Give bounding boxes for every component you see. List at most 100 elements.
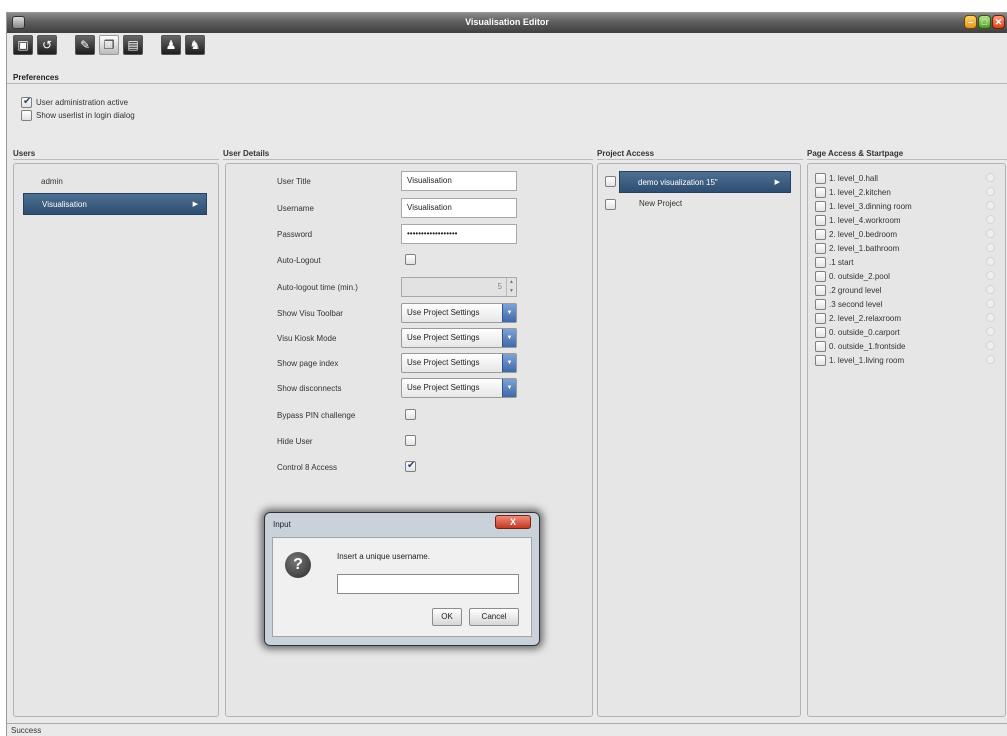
page-checkbox[interactable] <box>815 186 826 198</box>
page-checkbox[interactable] <box>815 284 826 296</box>
page-checkbox[interactable] <box>815 326 826 338</box>
user-export-icon[interactable]: ♞ <box>185 35 205 55</box>
close-icon[interactable]: ✕ <box>992 15 1005 29</box>
password-input[interactable]: •••••••••••••••••• <box>401 224 517 244</box>
divider <box>7 83 1007 84</box>
project-item-new[interactable]: New Project <box>639 199 682 208</box>
startpage-radio[interactable] <box>986 201 995 210</box>
page-checkbox[interactable] <box>815 172 826 184</box>
dialog-title: Input <box>273 520 291 529</box>
username-dialog-input[interactable] <box>337 574 519 594</box>
user-title-input[interactable]: Visualisation <box>401 171 517 191</box>
page-item[interactable]: 1. level_4.workroom <box>815 213 995 227</box>
project-item-demo[interactable]: demo visualization 15" ▶ <box>619 171 791 193</box>
copy-icon[interactable]: ❐ <box>99 35 119 55</box>
page-item[interactable]: 2. level_2.relaxroom <box>815 311 995 325</box>
project-checkbox[interactable] <box>605 176 616 187</box>
show-page-index-select[interactable]: Use Project Settings ▼ <box>401 353 517 373</box>
page-checkbox[interactable] <box>815 228 826 240</box>
ok-button[interactable]: OK <box>432 608 462 626</box>
spinner-arrows-icon[interactable]: ▲ ▼ <box>506 278 516 296</box>
new-icon[interactable]: ▣ <box>13 35 33 55</box>
page-checkbox[interactable] <box>815 256 826 268</box>
page-item[interactable]: 0. outside_1.frontside <box>815 339 995 353</box>
startpage-radio[interactable] <box>986 271 995 280</box>
username-input[interactable]: Visualisation <box>401 198 517 218</box>
page-item[interactable]: 1. level_1.living room <box>815 353 995 367</box>
chevron-down-icon[interactable]: ▼ <box>502 354 516 372</box>
pref-show-userlist[interactable]: Show userlist in login dialog <box>21 110 135 121</box>
show-userlist-label: Show userlist in login dialog <box>36 111 135 120</box>
user-item-visualisation[interactable]: Visualisation ▶ <box>23 193 207 215</box>
page-item[interactable]: 1. level_2.kitchen <box>815 185 995 199</box>
user-icon[interactable]: ♟ <box>161 35 181 55</box>
chevron-down-icon[interactable]: ▼ <box>502 379 516 397</box>
undo-icon[interactable]: ↺ <box>37 35 57 55</box>
page-label: 2. level_2.relaxroom <box>829 313 902 323</box>
cancel-button[interactable]: Cancel <box>469 608 519 626</box>
hide-user-checkbox[interactable] <box>405 435 416 446</box>
user-item-admin[interactable]: admin <box>23 171 207 193</box>
page-label: 2. level_1.bathroom <box>829 243 900 253</box>
page-item[interactable]: 2. level_1.bathroom <box>815 241 995 255</box>
page-item[interactable]: 2. level_0.bedroom <box>815 227 995 241</box>
users-panel <box>13 163 219 717</box>
title-bar[interactable]: Visualisation Editor – □ ✕ <box>7 13 1007 33</box>
edit-icon[interactable]: ✎ <box>75 35 95 55</box>
project-checkbox[interactable] <box>605 199 616 210</box>
bypass-pin-checkbox[interactable] <box>405 409 416 420</box>
startpage-radio[interactable] <box>986 313 995 322</box>
page-checkbox[interactable] <box>815 340 826 352</box>
maximize-icon[interactable]: □ <box>978 15 991 29</box>
startpage-radio[interactable] <box>986 285 995 294</box>
startpage-radio[interactable] <box>986 257 995 266</box>
dialog-close-icon[interactable]: X <box>495 515 531 529</box>
page-checkbox[interactable] <box>815 242 826 254</box>
page-item[interactable]: .3 second level <box>815 297 995 311</box>
page-checkbox[interactable] <box>815 270 826 282</box>
startpage-radio[interactable] <box>986 243 995 252</box>
project-item-label: demo visualization 15" <box>638 178 718 187</box>
page-item[interactable]: 0. outside_0.carport <box>815 325 995 339</box>
show-visu-toolbar-select[interactable]: Use Project Settings ▼ <box>401 303 517 323</box>
auto-logout-time-spinner[interactable]: 5 ▲ ▼ <box>401 277 517 297</box>
page-checkbox[interactable] <box>815 200 826 212</box>
page-item[interactable]: 0. outside_2.pool <box>815 269 995 283</box>
startpage-radio[interactable] <box>986 173 995 182</box>
pref-user-admin[interactable]: User administration active <box>21 96 129 108</box>
page-label: 1. level_1.living room <box>829 355 905 365</box>
page-label: 0. outside_2.pool <box>829 271 890 281</box>
password-label: Password <box>277 230 313 239</box>
user-item-label: Visualisation <box>42 200 87 209</box>
page-item[interactable]: .1 start <box>815 255 995 269</box>
show-userlist-checkbox[interactable] <box>21 110 32 121</box>
startpage-radio[interactable] <box>986 215 995 224</box>
show-disconnects-select[interactable]: Use Project Settings ▼ <box>401 378 517 398</box>
page-item[interactable]: 1. level_0.hall <box>815 171 995 185</box>
username-label: Username <box>277 204 314 213</box>
page-checkbox[interactable] <box>815 214 826 226</box>
control8-access-checkbox[interactable] <box>405 460 416 472</box>
page-label: 0. outside_0.carport <box>829 327 900 337</box>
page-item[interactable]: .2 ground level <box>815 283 995 297</box>
startpage-radio[interactable] <box>986 299 995 308</box>
user-admin-checkbox[interactable] <box>21 96 32 108</box>
chevron-down-icon[interactable]: ▼ <box>502 329 516 347</box>
chevron-down-icon[interactable]: ▼ <box>502 304 516 322</box>
user-admin-label: User administration active <box>36 98 129 107</box>
auto-logout-checkbox[interactable] <box>405 254 416 265</box>
startpage-radio[interactable] <box>986 327 995 336</box>
startpage-radio[interactable] <box>986 355 995 364</box>
dialog-message: Insert a unique username. <box>337 552 430 561</box>
startpage-radio[interactable] <box>986 341 995 350</box>
page-checkbox[interactable] <box>815 312 826 324</box>
page-checkbox[interactable] <box>815 298 826 310</box>
page-item[interactable]: 1. level_3.dinning room <box>815 199 995 213</box>
film-icon[interactable]: ▤ <box>123 35 143 55</box>
startpage-radio[interactable] <box>986 229 995 238</box>
startpage-radio[interactable] <box>986 187 995 196</box>
visu-kiosk-mode-select[interactable]: Use Project Settings ▼ <box>401 328 517 348</box>
page-checkbox[interactable] <box>815 354 826 366</box>
show-visu-toolbar-value: Use Project Settings <box>407 308 480 317</box>
minimize-icon[interactable]: – <box>964 15 977 29</box>
